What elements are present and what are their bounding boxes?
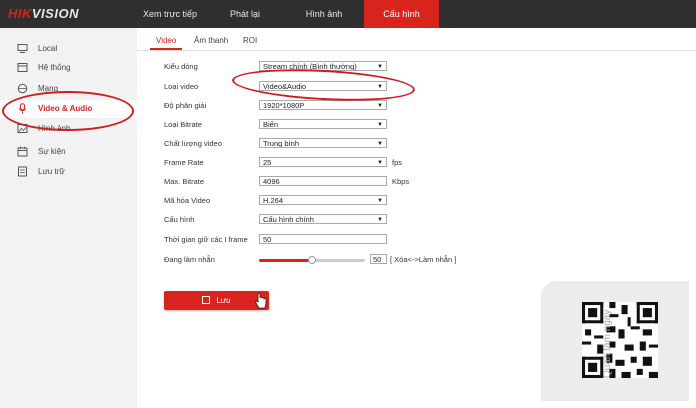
dropdown-arrow-icon: ▼: [377, 64, 383, 70]
watermark-text: Quan tâm ngay: [602, 309, 613, 378]
tab-video[interactable]: Video: [156, 36, 176, 45]
video-type-label: Loại video: [164, 82, 199, 91]
encoding-select[interactable]: H.264 ▼: [259, 195, 387, 205]
smoothing-slider[interactable]: [259, 256, 365, 264]
dropdown-arrow-icon: ▼: [377, 160, 383, 166]
sidebar-label: Hệ thống: [38, 63, 71, 72]
save-icon: [202, 296, 211, 304]
qr-code-icon: [582, 302, 658, 378]
save-button-label: Lưu: [216, 296, 231, 305]
sidebar-label: Sự kiện: [38, 147, 66, 156]
tab-divider: [137, 50, 696, 51]
frame-rate-label: Frame Rate: [164, 158, 204, 167]
video-quality-label: Chất lượng video: [164, 139, 222, 148]
nav-playback[interactable]: Phát lại: [206, 0, 284, 28]
smoothing-value-input[interactable]: 50: [370, 254, 387, 264]
nav-configuration[interactable]: Cấu hình: [364, 0, 439, 28]
sidebar-item-storage[interactable]: Lưu trữ: [0, 163, 137, 181]
save-button[interactable]: Lưu: [164, 291, 269, 310]
monitor-icon: [17, 44, 28, 53]
nav-live-view[interactable]: Xem trực tiếp: [134, 0, 206, 28]
dropdown-arrow-icon: ▼: [377, 141, 383, 147]
globe-icon: [17, 83, 28, 94]
resolution-select[interactable]: 1920*1080P ▼: [259, 100, 387, 110]
video-quality-select[interactable]: Trung bình ▼: [259, 138, 387, 148]
sidebar-item-local[interactable]: Local: [0, 40, 137, 58]
profile-label: Cấu hình: [164, 215, 195, 224]
tab-active-indicator: [150, 48, 182, 50]
nav-picture[interactable]: Hình ảnh: [284, 0, 364, 28]
i-frame-label: Thời gian giữ các I frame: [164, 235, 248, 244]
sidebar-label: Local: [38, 44, 58, 53]
brand-logo: HIKVISION: [8, 6, 79, 21]
encoding-label: Mã hóa Video: [164, 196, 211, 205]
tab-audio[interactable]: Âm thanh: [194, 36, 228, 45]
i-frame-input[interactable]: 50: [259, 234, 387, 244]
stream-type-label: Kiểu dòng: [164, 62, 198, 71]
max-bitrate-input[interactable]: 4096: [259, 176, 387, 186]
resolution-label: Độ phân giải: [164, 101, 207, 110]
system-icon: [17, 63, 28, 72]
dropdown-arrow-icon: ▼: [377, 198, 383, 204]
sidebar-item-event[interactable]: Sự kiện: [0, 143, 137, 161]
smoothing-slider-handle[interactable]: [308, 256, 316, 264]
top-bar: HIKVISION Xem trực tiếp Phát lại Hình ản…: [0, 0, 696, 28]
sidebar: Local Hệ thống Mạng Video & Audio Hình ả…: [0, 28, 137, 408]
dropdown-arrow-icon: ▼: [377, 122, 383, 128]
max-bitrate-label: Max. Bitrate: [164, 177, 205, 186]
sidebar-label: Lưu trữ: [38, 167, 65, 176]
annotation-circle-sidebar: [2, 91, 134, 131]
dropdown-arrow-icon: ▼: [377, 103, 383, 109]
storage-icon: [18, 166, 27, 177]
frame-rate-unit: fps: [392, 158, 403, 167]
smoothing-slider-fill: [259, 259, 312, 262]
calendar-icon: [17, 146, 28, 157]
hand-cursor-icon: [255, 293, 267, 309]
bitrate-type-select[interactable]: Biến ▼: [259, 119, 387, 129]
smoothing-label: Đang làm nhẵn: [164, 255, 215, 264]
max-bitrate-unit: Kbps: [392, 177, 410, 186]
tab-roi[interactable]: ROI: [243, 36, 257, 45]
smoothing-hint: [ Xóa<->Làm nhẵn ]: [390, 255, 457, 264]
bitrate-type-label: Loại Bitrate: [164, 120, 202, 129]
profile-select[interactable]: Cấu hình chính ▼: [259, 214, 387, 224]
dropdown-arrow-icon: ▼: [377, 217, 383, 223]
sidebar-item-system[interactable]: Hệ thống: [0, 59, 137, 77]
frame-rate-select[interactable]: 25 ▼: [259, 157, 387, 167]
